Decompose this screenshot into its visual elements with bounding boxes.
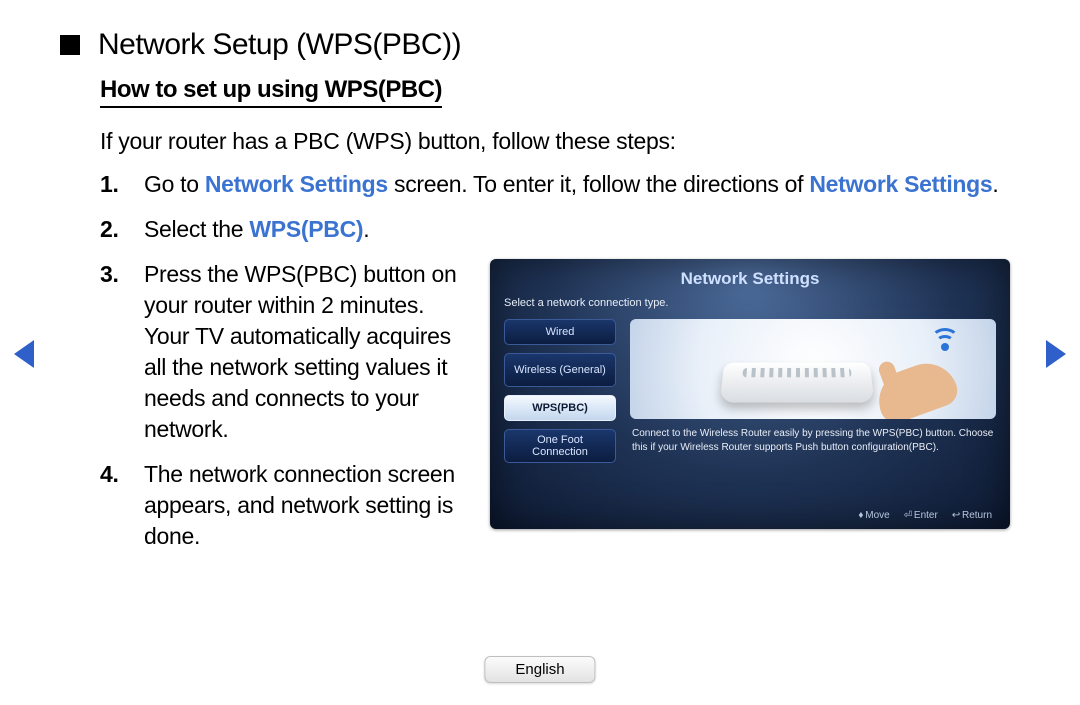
tv-screenshot: Network Settings Select a network connec… xyxy=(490,259,1010,529)
step-text: . xyxy=(363,216,369,242)
page-title: Network Setup (WPS(PBC)) xyxy=(98,28,461,62)
tv-subtitle: Select a network connection type. xyxy=(504,297,996,309)
steps-left-column: 3. Press the WPS(PBC) button on your rou… xyxy=(100,259,470,566)
tv-footer: ♦ Move ⏎ Enter ↩ Return xyxy=(858,510,992,521)
step-2: 2. Select the WPS(PBC). xyxy=(100,214,1020,245)
enter-icon: ⏎ xyxy=(904,510,911,521)
tv-option-wpspbc[interactable]: WPS(PBC) xyxy=(504,395,616,421)
highlight-link: Network Settings xyxy=(809,171,992,197)
step-text: . xyxy=(992,171,998,197)
move-hint: ♦ Move xyxy=(858,510,889,521)
content-row: 3. Press the WPS(PBC) button on your rou… xyxy=(100,259,1020,566)
intro-text: If your router has a PBC (WPS) button, f… xyxy=(100,128,1020,155)
enter-hint: ⏎ Enter xyxy=(904,510,938,521)
step-4: 4. The network connection screen appears… xyxy=(100,459,470,552)
prev-arrow[interactable] xyxy=(14,340,34,368)
step-text: Go to xyxy=(144,171,205,197)
tv-screenshot-column: Network Settings Select a network connec… xyxy=(490,259,1020,566)
step-3: 3. Press the WPS(PBC) button on your rou… xyxy=(100,259,470,445)
tv-body: Wired Wireless (General) WPS(PBC) One Fo… xyxy=(504,319,996,463)
page-content: Network Setup (WPS(PBC)) How to set up u… xyxy=(0,0,1080,567)
updown-icon: ♦ xyxy=(858,510,862,521)
router-icon xyxy=(720,363,875,403)
step-number: 4. xyxy=(100,459,144,552)
step-number: 3. xyxy=(100,259,144,445)
step-body: Select the WPS(PBC). xyxy=(144,214,1020,245)
step-text: Select the xyxy=(144,216,249,242)
tv-description: Connect to the Wireless Router easily by… xyxy=(630,427,996,454)
tv-option-wireless[interactable]: Wireless (General) xyxy=(504,353,616,387)
tv-right-panel: Connect to the Wireless Router easily by… xyxy=(630,319,996,463)
steps-list: 1. Go to Network Settings screen. To ent… xyxy=(100,169,1020,567)
return-icon: ↩ xyxy=(952,510,959,521)
title-row: Network Setup (WPS(PBC)) xyxy=(60,28,1020,62)
square-bullet-icon xyxy=(60,35,80,55)
hand-icon xyxy=(870,355,962,419)
step-number: 2. xyxy=(100,214,144,245)
step-body: The network connection screen appears, a… xyxy=(144,459,470,552)
language-pill[interactable]: English xyxy=(484,656,595,683)
step-body: Go to Network Settings screen. To enter … xyxy=(144,169,1020,200)
tv-option-wired[interactable]: Wired xyxy=(504,319,616,345)
step-1: 1. Go to Network Settings screen. To ent… xyxy=(100,169,1020,200)
next-arrow[interactable] xyxy=(1046,340,1066,368)
step-text: screen. To enter it, follow the directio… xyxy=(388,171,809,197)
section-subtitle: How to set up using WPS(PBC) xyxy=(100,76,442,108)
highlight-link: Network Settings xyxy=(205,171,388,197)
tv-illustration xyxy=(630,319,996,419)
highlight-link: WPS(PBC) xyxy=(249,216,363,242)
step-body: Press the WPS(PBC) button on your router… xyxy=(144,259,470,445)
tv-option-one-foot[interactable]: One Foot Connection xyxy=(504,429,616,463)
return-hint: ↩ Return xyxy=(952,510,992,521)
step-number: 1. xyxy=(100,169,144,200)
tv-title: Network Settings xyxy=(504,269,996,289)
tv-menu: Wired Wireless (General) WPS(PBC) One Fo… xyxy=(504,319,616,463)
